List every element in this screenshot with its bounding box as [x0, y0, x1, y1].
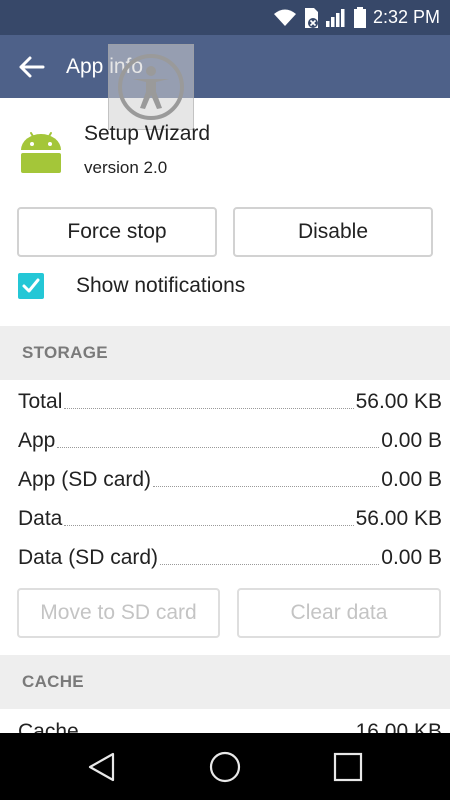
- storage-row-data: Data 56.00 KB: [18, 498, 442, 537]
- app-bar: App info: [0, 35, 450, 98]
- circle-home-icon: [209, 751, 241, 782]
- storage-value: 0.00 B: [381, 429, 442, 452]
- storage-section-header: STORAGE: [0, 326, 450, 380]
- dotted-leader: [64, 525, 354, 526]
- storage-label: Data: [18, 507, 63, 530]
- dotted-leader: [160, 564, 380, 565]
- storage-label: Total: [18, 390, 63, 413]
- wifi-icon: [273, 9, 296, 26]
- storage-value: 56.00 KB: [355, 390, 442, 413]
- app-version: version 2.0: [84, 158, 168, 177]
- nav-home-button[interactable]: [195, 737, 255, 797]
- status-time: 2:32 PM: [372, 7, 440, 27]
- app-name: Setup Wizard: [84, 122, 211, 145]
- battery-icon: [353, 6, 366, 28]
- show-notifications-checkbox[interactable]: [18, 273, 44, 299]
- storage-value: 0.00 B: [381, 468, 442, 491]
- dotted-leader: [153, 486, 380, 487]
- app-header: Setup Wizard version 2.0: [0, 98, 450, 198]
- storage-value: 56.00 KB: [355, 507, 442, 530]
- storage-label: App: [18, 429, 56, 452]
- navigation-bar: [0, 733, 450, 800]
- dotted-leader: [57, 447, 380, 448]
- triangle-back-icon: [88, 752, 114, 781]
- nav-recents-button[interactable]: [318, 737, 378, 797]
- nav-back-button[interactable]: [72, 737, 132, 797]
- show-notifications-label: Show notifications: [76, 274, 246, 297]
- storage-row-data-sd-card: Data (SD card) 0.00 B: [18, 537, 442, 576]
- storage-value: 0.00 B: [381, 546, 442, 569]
- android-app-icon: [21, 132, 61, 173]
- storage-row-total: Total 56.00 KB: [18, 381, 442, 420]
- status-bar: 2:32 PM: [0, 0, 450, 35]
- disable-button[interactable]: Disable: [233, 207, 433, 257]
- storage-label: App (SD card): [18, 468, 152, 491]
- sim-card-icon: [304, 7, 318, 28]
- dotted-leader: [64, 408, 354, 409]
- cache-section-header: CACHE: [0, 655, 450, 709]
- storage-label: Data (SD card): [18, 546, 159, 569]
- force-stop-button[interactable]: Force stop: [17, 207, 217, 257]
- signal-icon: [325, 8, 345, 27]
- square-recents-icon: [334, 752, 363, 781]
- clear-data-button[interactable]: Clear data: [237, 588, 441, 638]
- back-button[interactable]: [0, 35, 62, 98]
- show-notifications-row[interactable]: Show notifications: [0, 266, 450, 306]
- checkmark-icon: [22, 278, 40, 293]
- back-arrow-icon: [19, 56, 45, 77]
- storage-row-app-sd-card: App (SD card) 0.00 B: [18, 459, 442, 498]
- storage-row-app: App 0.00 B: [18, 420, 442, 459]
- move-to-sd-card-button[interactable]: Move to SD card: [17, 588, 220, 638]
